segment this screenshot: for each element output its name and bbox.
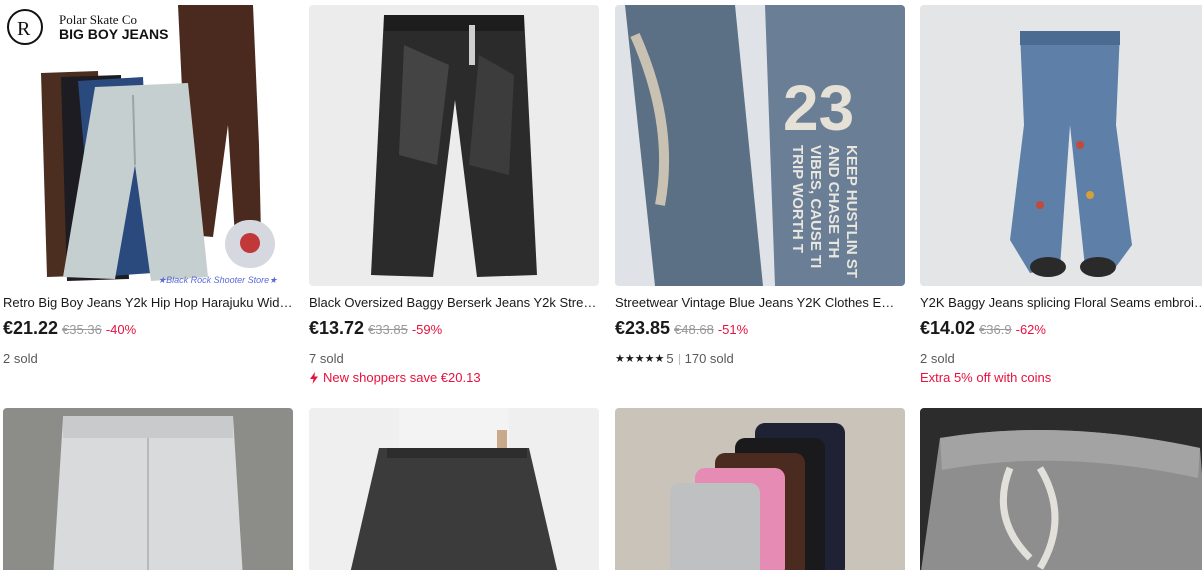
sweatpants-photo <box>920 408 1202 570</box>
original-price: €48.68 <box>674 322 714 337</box>
product-image[interactable] <box>920 5 1202 286</box>
svg-text:VIBES, CAUSE TI: VIBES, CAUSE TI <box>807 145 824 268</box>
number-patch: 23 <box>783 72 854 144</box>
sold-count: 2 sold <box>3 351 38 366</box>
product-image[interactable] <box>920 408 1202 570</box>
sold-count: 7 sold <box>309 351 344 366</box>
new-shopper-promo: New shoppers save €20.13 <box>309 369 481 387</box>
current-price: €23.85 <box>615 318 671 338</box>
product-image[interactable]: 23 KEEP HUSTLIN ST AND CHASE TH VIBES, C… <box>615 5 905 286</box>
current-price: €13.72 <box>309 318 365 338</box>
rating-and-sold: ★ ★ ★ ★ ★ 5 170 sold <box>615 350 734 368</box>
divider <box>678 353 680 365</box>
product-title[interactable]: Retro Big Boy Jeans Y2k Hip Hop Harajuku… <box>3 294 293 312</box>
price-row: €13.72 €33.85 -59% <box>309 318 442 342</box>
price-row: €14.02 €36.9 -62% <box>920 318 1046 342</box>
svg-text:KEEP HUSTLIN ST: KEEP HUSTLIN ST <box>843 145 860 278</box>
discount-badge: -40% <box>105 322 137 337</box>
price-row: €23.85 €48.68 -51% <box>615 318 748 342</box>
original-price: €33.85 <box>368 322 408 337</box>
jeans-photo <box>309 5 599 286</box>
product-image[interactable]: R Polar Skate Co BIG BOY JEANS ★Black Ro… <box>3 5 293 286</box>
product-title[interactable]: Y2K Baggy Jeans splicing Floral Seams em… <box>920 294 1202 312</box>
sold-count: 170 sold <box>684 351 734 366</box>
svg-text:AND CHASE TH: AND CHASE TH <box>825 145 842 258</box>
original-price: €35.36 <box>62 322 102 337</box>
pants-photo <box>3 408 293 570</box>
product-image[interactable] <box>3 408 293 570</box>
sold-count: 2 sold <box>920 351 955 366</box>
rating-value: 5 <box>666 351 674 366</box>
product-image[interactable] <box>309 408 599 570</box>
brand-text: Polar Skate Co <box>59 12 137 27</box>
current-price: €14.02 <box>920 318 976 338</box>
jeans-photo <box>309 408 599 570</box>
price-row: €21.22 €35.36 -40% <box>3 318 136 342</box>
product-grid: R Polar Skate Co BIG BOY JEANS ★Black Ro… <box>0 0 1202 570</box>
sweatpants-photo <box>615 408 905 570</box>
product-title[interactable]: Streetwear Vintage Blue Jeans Y2K Clothe… <box>615 294 905 312</box>
coins-promo: Extra 5% off with coins <box>920 370 1052 385</box>
store-text: ★Black Rock Shooter Store★ <box>158 275 278 285</box>
current-price: €21.22 <box>3 318 59 338</box>
jeans-photo: R Polar Skate Co BIG BOY JEANS ★Black Ro… <box>3 5 293 286</box>
jeans-photo: 23 KEEP HUSTLIN ST AND CHASE TH VIBES, C… <box>615 5 905 286</box>
line-text: BIG BOY JEANS <box>59 26 168 42</box>
discount-badge: -62% <box>1015 322 1046 337</box>
product-image[interactable] <box>615 408 905 570</box>
jeans-photo <box>920 5 1202 286</box>
lightning-icon <box>310 372 318 384</box>
original-price: €36.9 <box>979 322 1012 337</box>
svg-text:TRIP WORTH T: TRIP WORTH T <box>789 145 806 253</box>
svg-text:R: R <box>17 18 31 40</box>
star-rating-icon: ★ ★ ★ ★ ★ <box>615 353 665 365</box>
product-title[interactable]: Black Oversized Baggy Berserk Jeans Y2k … <box>309 294 599 312</box>
discount-badge: -59% <box>411 322 443 337</box>
discount-badge: -51% <box>717 322 749 337</box>
product-image[interactable] <box>309 5 599 286</box>
